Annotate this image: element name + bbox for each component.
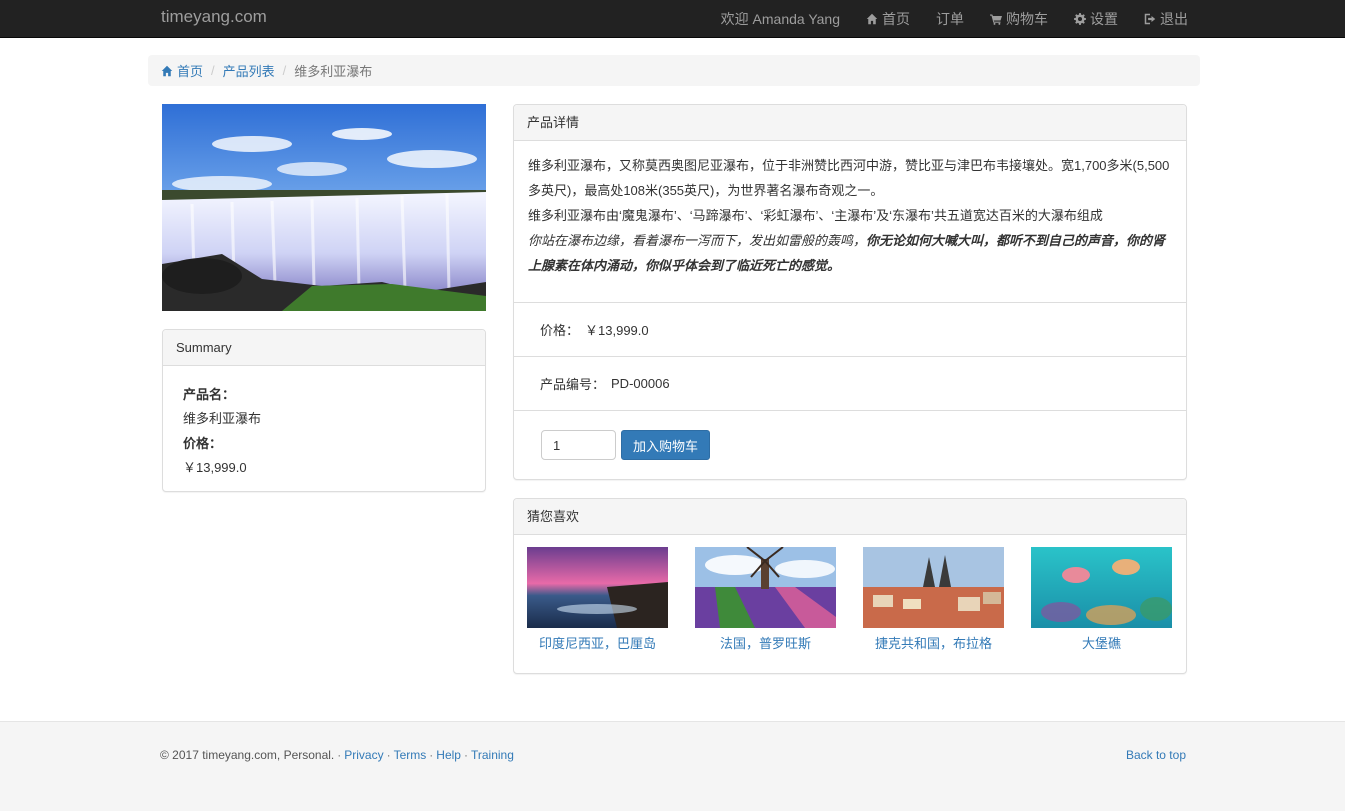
product-image [162,104,486,311]
top-navbar: timeyang.com 欢迎 Amanda Yang 首页 订单 购物车 设置… [0,0,1345,38]
nav-cart[interactable]: 购物车 [990,9,1048,29]
nav-home[interactable]: 首页 [866,9,910,29]
breadcrumb-home-label: 首页 [177,64,204,79]
recommend-item-label[interactable]: 法国，普罗旺斯 [695,633,836,652]
recommend-item-label[interactable]: 大堡礁 [1031,633,1172,652]
recommend-heading: 猜您喜欢 [514,499,1186,535]
footer-help-link[interactable]: Help [436,748,461,762]
breadcrumb-current: 维多利亚瀑布 [294,64,373,79]
breadcrumb-product-list[interactable]: 产品列表 [223,61,275,80]
description-paragraph-1: 维多利亚瀑布，又称莫西奥图尼亚瀑布，位于非洲赞比西河中游，赞比亚与津巴布韦接壤处… [528,158,1170,198]
footer-separator: · [386,748,391,762]
logout-icon [1144,13,1156,25]
recommend-item-label[interactable]: 捷克共和国，布拉格 [863,633,1004,652]
nav-logout[interactable]: 退出 [1144,9,1188,29]
footer-links: © 2017 timeyang.com, Personal. · Privacy · T… [160,748,514,762]
footer-separator: · [337,748,342,762]
add-to-cart-button[interactable]: 加入购物车 [621,430,711,460]
recommend-item-label[interactable]: 印度尼西亚，巴厘岛 [527,633,668,652]
recommend-item[interactable]: 印度尼西亚，巴厘岛 [527,547,668,652]
nav-cart-label: 购物车 [1006,11,1048,27]
recommend-item[interactable]: 法国，普罗旺斯 [695,547,836,652]
summary-heading: Summary [163,330,485,366]
product-code-row: 产品编号： PD-00006 [514,357,1186,411]
nav-settings[interactable]: 设置 [1074,9,1118,29]
breadcrumb: 首页 / 产品列表 / 维多利亚瀑布 [148,55,1200,86]
footer-privacy-link[interactable]: Privacy [344,748,383,762]
provence-thumbnail[interactable] [695,547,836,628]
footer-separator: · [463,748,468,762]
detail-heading: 产品详情 [514,105,1186,141]
footer-copyright: © 2017 timeyang.com, Personal. [160,748,335,762]
prague-thumbnail[interactable] [863,547,1004,628]
price-row: 价格： ￥13,999.0 [514,303,1186,357]
summary-price-label: 价格： [183,436,223,451]
cart-icon [990,14,1002,25]
summary-name-label: 产品名： [183,387,236,402]
nav-settings-label: 设置 [1090,11,1118,27]
price-label: 价格： [540,323,580,338]
recommend-item[interactable]: 大堡礁 [1031,547,1172,652]
welcome-label: 欢迎 Amanda Yang [720,11,840,27]
price-value: ￥13,999.0 [585,323,649,338]
footer-terms-link[interactable]: Terms [394,748,427,762]
gear-icon [1074,13,1086,25]
product-detail-panel: 产品详情 维多利亚瀑布，又称莫西奥图尼亚瀑布，位于非洲赞比西河中游，赞比亚与津巴… [513,104,1187,480]
product-code-label: 产品编号： [540,377,606,392]
description-paragraph-2: 维多利亚瀑布由‘魔鬼瀑布’、‘马蹄瀑布’、‘彩虹瀑布’、‘主瀑布’及‘东瀑布’共… [528,208,1103,223]
home-icon [866,13,878,25]
recommendations-panel: 猜您喜欢 印度尼西亚，巴厘岛 法国，普罗旺斯 捷克共和国，布拉格 大堡礁 [513,498,1187,674]
summary-panel: Summary 产品名： 维多利亚瀑布 价格： ￥13,999.0 [162,329,486,492]
bali-thumbnail[interactable] [527,547,668,628]
home-icon [161,65,173,76]
quantity-input[interactable] [541,430,616,460]
welcome-user-link[interactable]: 欢迎 Amanda Yang [721,9,840,29]
nav-orders-label: 订单 [936,11,964,27]
footer-training-link[interactable]: Training [471,748,514,762]
nav-orders[interactable]: 订单 [936,9,964,29]
footer-separator: · [429,748,434,762]
footer: © 2017 timeyang.com, Personal. · Privacy · T… [0,721,1345,811]
summary-price-value: ￥13,999.0 [183,460,247,475]
brand-link[interactable]: timeyang.com [161,7,267,27]
breadcrumb-home[interactable]: 首页 [161,61,203,80]
description-paragraph-3: 你站在瀑布边缘，看着瀑布一泻而下，发出如雷般的轰鸣，你无论如何大喊大叫，都听不到… [528,228,1172,278]
nav-home-label: 首页 [882,11,910,27]
recommend-item[interactable]: 捷克共和国，布拉格 [863,547,1004,652]
add-to-cart-row: 加入购物车 [514,411,1186,460]
breadcrumb-separator: / [211,63,215,78]
nav-logout-label: 退出 [1160,11,1188,27]
reef-thumbnail[interactable] [1031,547,1172,628]
description-italic: 你站在瀑布边缘，看着瀑布一泻而下，发出如雷般的轰鸣， [528,233,867,248]
back-to-top-link[interactable]: Back to top [1126,748,1186,762]
product-code-value: PD-00006 [611,376,670,391]
summary-name-value: 维多利亚瀑布 [183,411,262,426]
breadcrumb-separator: / [282,63,287,78]
product-description: 维多利亚瀑布，又称莫西奥图尼亚瀑布，位于非洲赞比西河中游，赞比亚与津巴布韦接壤处… [514,141,1186,303]
navbar-right: 欢迎 Amanda Yang 首页 订单 购物车 设置 退出 [721,0,1188,38]
